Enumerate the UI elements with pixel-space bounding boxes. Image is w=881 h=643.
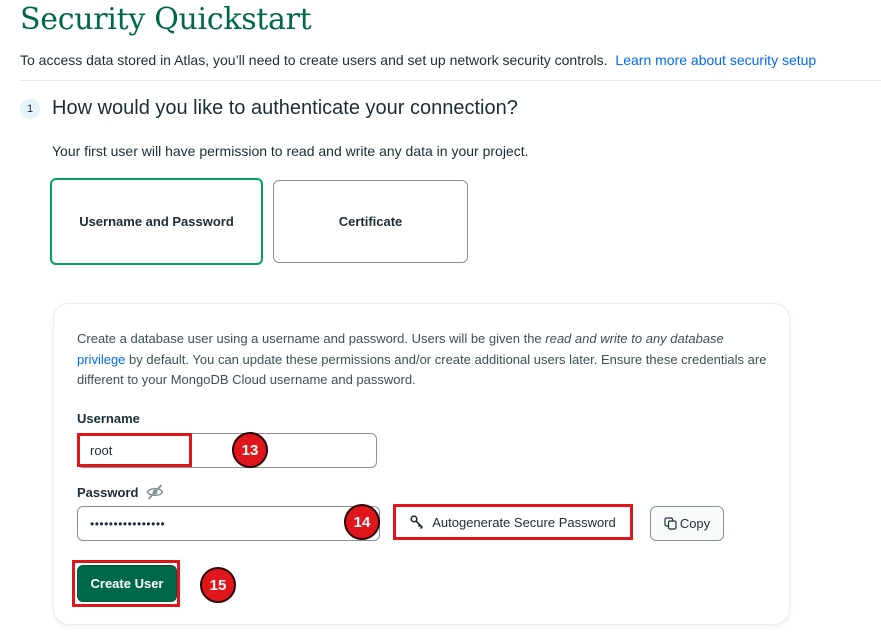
learn-more-link[interactable]: Learn more about security setup (615, 52, 816, 68)
desc-emphasis: read and write to any database (545, 331, 724, 346)
page-title: Security Quickstart (20, 2, 312, 37)
auth-option-username-password[interactable]: Username and Password (50, 178, 263, 265)
auth-option-certificate[interactable]: Certificate (273, 180, 468, 263)
intro-text: To access data stored in Atlas, you’ll n… (20, 52, 816, 68)
eye-slash-icon[interactable] (146, 484, 164, 500)
step-heading: How would you like to authenticate your … (52, 97, 518, 119)
copy-label: Copy (679, 516, 711, 531)
copy-button[interactable]: Copy (650, 506, 724, 541)
autogenerate-label: Autogenerate Secure Password (432, 514, 616, 530)
autogenerate-password-button[interactable]: Autogenerate Secure Password (393, 504, 633, 540)
annotation-marker-15: 15 (200, 567, 236, 603)
password-input[interactable]: •••••••••••••••• (77, 506, 380, 541)
desc-text: Create a database user using a username … (77, 331, 546, 346)
username-value: root (90, 443, 113, 458)
security-quickstart-page: Security Quickstart To access data store… (0, 0, 881, 643)
divider (20, 80, 881, 81)
step-number-badge: 1 (20, 99, 40, 119)
privilege-link[interactable]: privilege (77, 352, 125, 367)
username-label: Username (77, 411, 140, 426)
intro-description: To access data stored in Atlas, you’ll n… (20, 52, 608, 68)
annotation-marker-13: 13 (232, 432, 268, 468)
create-user-button[interactable]: Create User (77, 565, 177, 602)
step-subtext: Your first user will have permission to … (52, 143, 529, 159)
desc-text-rest: by default. You can update these permiss… (77, 351, 767, 388)
key-icon (410, 515, 424, 529)
password-label: Password (77, 485, 139, 500)
annotation-marker-14: 14 (344, 504, 380, 540)
username-input[interactable]: root (77, 433, 377, 468)
password-value: •••••••••••••••• (90, 516, 166, 531)
form-description: Create a database user using a username … (77, 329, 777, 391)
copy-icon (664, 517, 677, 530)
